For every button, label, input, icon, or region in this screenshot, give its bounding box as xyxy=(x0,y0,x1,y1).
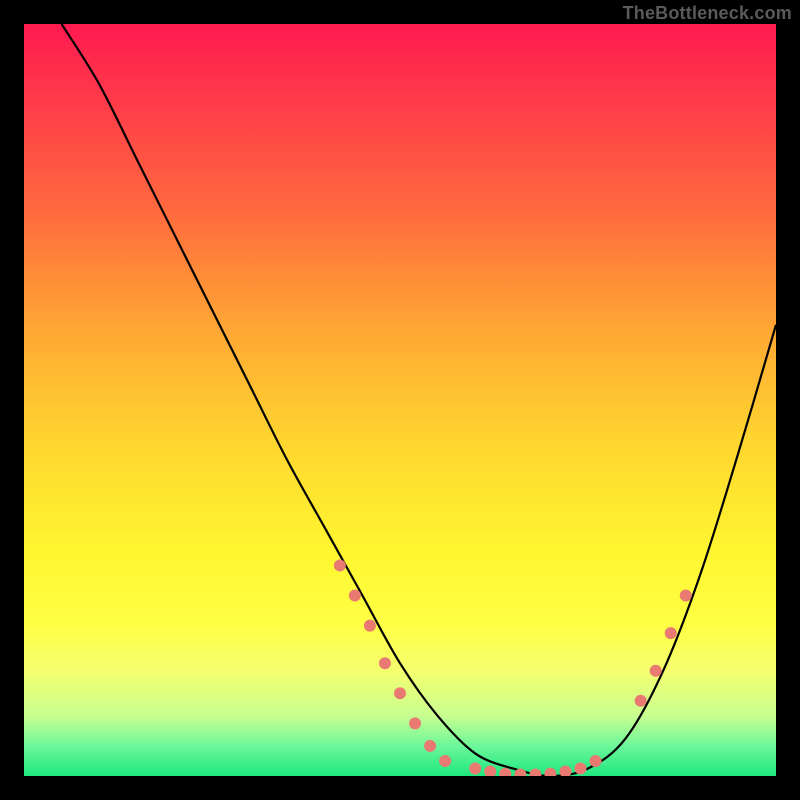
highlight-dot xyxy=(499,768,511,776)
bottleneck-curve-path xyxy=(62,24,776,776)
highlight-dot xyxy=(635,695,647,707)
watermark-text: TheBottleneck.com xyxy=(623,3,792,24)
highlight-dot xyxy=(650,665,662,677)
highlight-dot xyxy=(590,755,602,767)
highlight-dot xyxy=(394,687,406,699)
chart-frame xyxy=(24,24,776,776)
bottleneck-chart xyxy=(24,24,776,776)
highlight-dot xyxy=(665,627,677,639)
highlight-dot xyxy=(559,765,571,776)
highlight-dot xyxy=(364,620,376,632)
highlight-dot xyxy=(334,559,346,571)
highlight-dot xyxy=(379,657,391,669)
highlight-dot xyxy=(469,762,481,774)
highlight-dot xyxy=(349,590,361,602)
highlight-dots-group xyxy=(334,559,692,776)
highlight-dot xyxy=(529,768,541,776)
highlight-dot xyxy=(574,762,586,774)
highlight-dot xyxy=(680,590,692,602)
highlight-dot xyxy=(439,755,451,767)
highlight-dot xyxy=(544,768,556,776)
highlight-dot xyxy=(424,740,436,752)
highlight-dot xyxy=(484,765,496,776)
highlight-dot xyxy=(409,717,421,729)
